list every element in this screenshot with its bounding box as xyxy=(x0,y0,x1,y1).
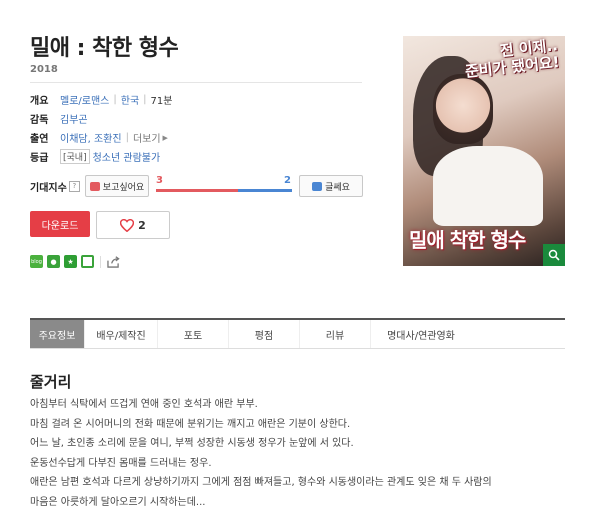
divider xyxy=(100,255,101,268)
cast-row: 출연 이채담, 조환진 | 더보기 ▶ xyxy=(30,130,168,145)
anticipation-label: 기대지수 xyxy=(30,183,67,194)
director-link[interactable]: 김부곤 xyxy=(60,111,88,126)
page-title: 밀애 : 착한 형수 xyxy=(30,36,179,61)
want-fill xyxy=(156,189,238,192)
divider xyxy=(30,82,362,83)
poster-tagline: 전 이제.. 준비가 됐어요! xyxy=(464,36,561,81)
want-to-see-button[interactable]: 보고싶어요 xyxy=(85,175,149,197)
movie-poster[interactable]: 전 이제.. 준비가 됐어요! 밀애 착한 형수 xyxy=(403,36,565,266)
cast-more-link[interactable]: 더보기 xyxy=(133,130,161,145)
dont-count: 2 xyxy=(284,175,291,186)
thumbs-up-icon xyxy=(89,181,100,191)
share-icon[interactable] xyxy=(107,255,120,268)
synopsis-text: 아침부터 식탁에서 뜨겁게 연애 중인 호석과 애란 부부. 마침 걸려 온 시… xyxy=(30,395,570,512)
anticipation-label-row: 기대지수 ? xyxy=(30,179,80,194)
synopsis-line: 아침부터 식탁에서 뜨겁게 연애 중인 호석과 애란 부부. xyxy=(30,399,258,410)
help-icon[interactable]: ? xyxy=(68,181,80,192)
want-count: 3 xyxy=(156,175,163,186)
search-icon xyxy=(548,249,560,261)
synopsis-line: 애란은 남편 호석과 다르게 상냥하기까지 그에게 점점 빠져들고, 형수와 시… xyxy=(30,477,492,488)
tab-quotes-related[interactable]: 명대사/연관영화 xyxy=(371,320,471,348)
like-button[interactable]: 2 xyxy=(96,211,170,239)
poster-title: 밀애 착한 형수 xyxy=(409,228,526,252)
cast-links[interactable]: 이채담, 조환진 xyxy=(60,130,122,145)
synopsis-line: 어느 날, 초인종 소리에 문을 여니, 부쩍 성장한 시동생 정우가 눈앞에 … xyxy=(30,438,354,449)
not-sure-button[interactable]: 글쎄요 xyxy=(299,175,363,197)
genre-link[interactable]: 멜로/로맨스 xyxy=(60,92,109,107)
like-count: 2 xyxy=(138,218,146,232)
share-icons: blog ● ★ xyxy=(30,255,120,268)
rating-label: 등급 xyxy=(30,153,49,164)
synopsis-line: 마침 걸려 온 시어머니의 전화 때문에 분위기는 깨지고 애란은 기분이 상한… xyxy=(30,418,351,430)
separator: | xyxy=(113,94,117,105)
want-to-see-label: 보고싶어요 xyxy=(102,182,145,193)
tab-bar: 주요정보 배우/제작진 포토 평점 리뷰 명대사/연관영화 xyxy=(30,318,565,349)
download-button[interactable]: 다운로드 xyxy=(30,211,90,237)
synopsis-heading: 줄거리 xyxy=(30,373,72,391)
tab-reviews[interactable]: 리뷰 xyxy=(300,320,371,348)
release-year: 2018 xyxy=(30,64,58,75)
heart-icon xyxy=(120,218,135,232)
blog-share-icon[interactable]: blog xyxy=(30,255,43,268)
cafe-share-icon[interactable]: ● xyxy=(47,255,60,268)
tab-ratings[interactable]: 평점 xyxy=(229,320,300,348)
synopsis-line: 운동선수답게 다부진 몸매를 드러내는 정우. xyxy=(30,457,212,469)
runtime: 71분 xyxy=(150,96,173,107)
country-link[interactable]: 한국 xyxy=(121,92,139,107)
synopsis-line: 마음은 아릇하게 달아오르기 시작하는데... xyxy=(30,496,206,508)
separator: | xyxy=(143,94,147,105)
tab-cast-crew[interactable]: 배우/제작진 xyxy=(85,320,158,348)
chevron-right-icon: ▶ xyxy=(162,133,168,142)
not-sure-label: 글쎄요 xyxy=(325,182,350,193)
overview-label: 개요 xyxy=(30,96,49,107)
overview-row: 개요 멜로/로맨스 | 한국 | 71분 xyxy=(30,92,172,107)
tab-photos[interactable]: 포토 xyxy=(158,320,229,348)
rating-link[interactable]: 청소년 관람불가 xyxy=(93,149,161,164)
director-row: 감독 김부곤 xyxy=(30,111,88,126)
bookmark-share-icon[interactable] xyxy=(81,255,94,268)
poster-face xyxy=(433,74,493,144)
tab-main-info[interactable]: 주요정보 xyxy=(30,320,85,348)
cast-label: 출연 xyxy=(30,134,49,145)
anticipation-bar xyxy=(156,189,292,192)
rating-region: [국내] xyxy=(60,149,90,164)
thumbs-down-icon xyxy=(312,181,323,191)
rating-row: 등급 [국내] 청소년 관람불가 xyxy=(30,149,160,164)
director-label: 감독 xyxy=(30,115,49,126)
separator: | xyxy=(125,132,129,143)
poster-shirt xyxy=(433,146,543,226)
magnify-icon[interactable] xyxy=(543,244,565,266)
star-share-icon[interactable]: ★ xyxy=(64,255,77,268)
